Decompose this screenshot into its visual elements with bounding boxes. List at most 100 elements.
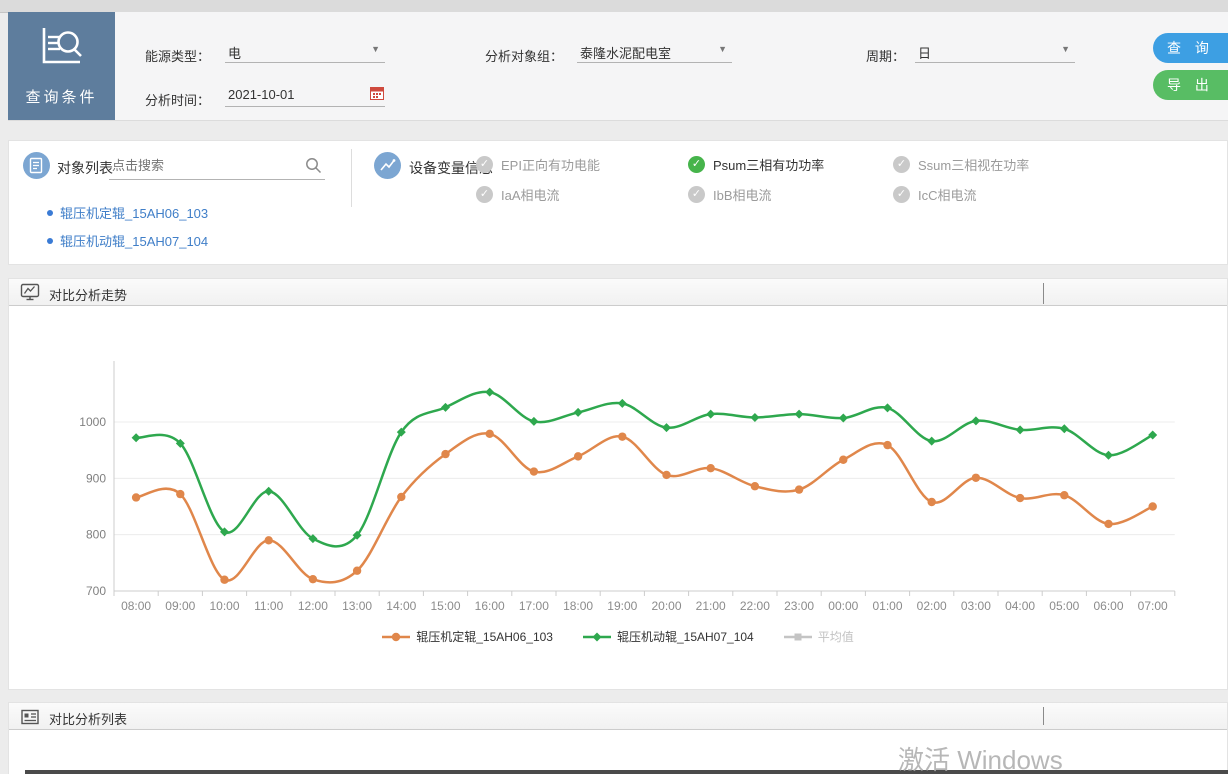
variable-option-ic[interactable]: ✓ IcC相电流	[893, 185, 977, 204]
activate-windows-watermark: 激活 Windows	[898, 740, 1063, 774]
legend-marker-icon	[382, 631, 410, 643]
analysis-time-datepicker[interactable]: 2021-10-01	[225, 82, 385, 107]
x-axis-tick: 22:00	[740, 599, 770, 613]
analysis-time-value: 2021-10-01	[228, 87, 295, 102]
search-input[interactable]	[109, 151, 294, 173]
y-axis-tick: 900	[86, 471, 106, 485]
data-point	[750, 413, 759, 422]
legend-item[interactable]: 辊压机定辊_15AH06_103	[382, 628, 553, 645]
query-button[interactable]: 查 询	[1153, 33, 1228, 63]
chart-search-icon	[38, 26, 86, 68]
x-axis-tick: 06:00	[1093, 599, 1123, 613]
object-item-1[interactable]: 辊压机定辊_15AH06_103	[47, 203, 208, 222]
data-point	[707, 464, 715, 472]
trend-chart-panel: 对比分析走势 700800900100008:0009:0010:0011:00…	[8, 278, 1228, 690]
energy-type-select[interactable]: 电 ▼	[225, 38, 385, 63]
data-point	[1016, 425, 1025, 434]
data-point	[751, 482, 759, 490]
objects-variables-panel: 对象列表 辊压机定辊_15AH06_103 辊压机动辊_15AH07_104 设…	[8, 140, 1228, 265]
check-icon: ✓	[688, 186, 705, 203]
export-button[interactable]: 导 出	[1153, 70, 1228, 100]
data-point	[485, 388, 494, 397]
search-icon[interactable]	[305, 157, 322, 174]
check-icon: ✓	[476, 156, 493, 173]
data-point	[132, 433, 141, 442]
x-axis-tick: 19:00	[607, 599, 637, 613]
x-axis-tick: 14:00	[386, 599, 416, 613]
x-axis-tick: 10:00	[209, 599, 239, 613]
legend-marker-icon	[784, 631, 812, 643]
variable-option-ssum[interactable]: ✓ Ssum三相视在功率	[893, 155, 1029, 174]
data-point	[1060, 424, 1069, 433]
analysis-time-label: 分析时间：	[145, 90, 210, 109]
x-axis-tick: 05:00	[1049, 599, 1079, 613]
x-axis-tick: 03:00	[961, 599, 991, 613]
check-icon: ✓	[476, 186, 493, 203]
data-point	[486, 430, 494, 438]
data-point	[839, 414, 848, 423]
data-point	[441, 450, 449, 458]
check-icon: ✓	[688, 156, 705, 173]
cursor-artifact	[1043, 707, 1044, 725]
data-point	[441, 403, 450, 412]
object-group-select[interactable]: 泰隆水泥配电室 ▼	[577, 38, 732, 63]
search-box	[109, 151, 325, 180]
calendar-icon	[370, 86, 384, 100]
x-axis-tick: 12:00	[298, 599, 328, 613]
data-point	[706, 410, 715, 419]
data-point	[1104, 451, 1113, 460]
data-point	[309, 575, 317, 583]
section-divider	[351, 149, 352, 207]
list-panel-title: 对比分析列表	[49, 709, 127, 728]
legend-item[interactable]: 平均值	[784, 628, 854, 645]
x-axis-tick: 11:00	[254, 599, 283, 613]
x-axis-tick: 04:00	[1005, 599, 1035, 613]
logo-title: 查询条件	[8, 86, 115, 107]
bullet-icon	[47, 238, 53, 244]
x-axis-tick: 18:00	[563, 599, 593, 613]
legend-item[interactable]: 辊压机动辊_15AH07_104	[583, 628, 754, 645]
x-axis-tick: 02:00	[917, 599, 947, 613]
trend-panel-title: 对比分析走势	[49, 285, 127, 304]
list-table-icon	[20, 707, 40, 727]
trend-panel-header: 对比分析走势	[9, 279, 1227, 306]
data-point	[618, 432, 626, 440]
object-item-label: 辊压机动辊_15AH07_104	[60, 231, 208, 250]
energy-type-value: 电	[228, 43, 241, 62]
period-label: 周期：	[866, 46, 905, 65]
x-axis-tick: 08:00	[121, 599, 151, 613]
trend-chart-body: 700800900100008:0009:0010:0011:0012:0013…	[9, 306, 1227, 689]
variable-option-ia[interactable]: ✓ IaA相电流	[476, 185, 560, 204]
x-axis-tick: 00:00	[828, 599, 858, 613]
period-value: 日	[918, 43, 931, 62]
data-point	[883, 403, 892, 412]
app-root: 查询条件 能源类型： 电 ▼ 分析对象组： 泰隆水泥配电室 ▼ 周期： 日 ▼ …	[0, 0, 1228, 774]
variable-option-ib[interactable]: ✓ IbB相电流	[688, 185, 772, 204]
data-point	[1060, 491, 1068, 499]
period-select[interactable]: 日 ▼	[915, 38, 1075, 63]
chevron-down-icon: ▼	[1061, 45, 1070, 54]
x-axis-tick: 07:00	[1138, 599, 1168, 613]
variable-option-psum[interactable]: ✓ Psum三相有功功率	[688, 155, 824, 174]
data-point	[220, 576, 228, 584]
data-point	[353, 567, 361, 575]
x-axis-tick: 15:00	[430, 599, 460, 613]
bullet-icon	[47, 210, 53, 216]
object-list-icon	[23, 152, 50, 179]
trend-monitor-icon	[20, 282, 40, 302]
data-point	[132, 493, 140, 501]
variable-option-epi[interactable]: ✓ EPI正向有功电能	[476, 155, 600, 174]
chevron-down-icon: ▼	[371, 45, 380, 54]
data-point	[618, 399, 627, 408]
chevron-down-icon: ▼	[718, 45, 727, 54]
data-point	[264, 487, 273, 496]
x-axis-tick: 20:00	[651, 599, 681, 613]
data-point	[265, 536, 273, 544]
data-point	[795, 410, 804, 419]
list-panel-header: 对比分析列表	[9, 703, 1227, 730]
data-point	[574, 408, 583, 417]
legend-label: 平均值	[818, 628, 854, 645]
data-point	[795, 485, 803, 493]
object-item-2[interactable]: 辊压机动辊_15AH07_104	[47, 231, 208, 250]
object-list-title: 对象列表	[57, 158, 113, 178]
